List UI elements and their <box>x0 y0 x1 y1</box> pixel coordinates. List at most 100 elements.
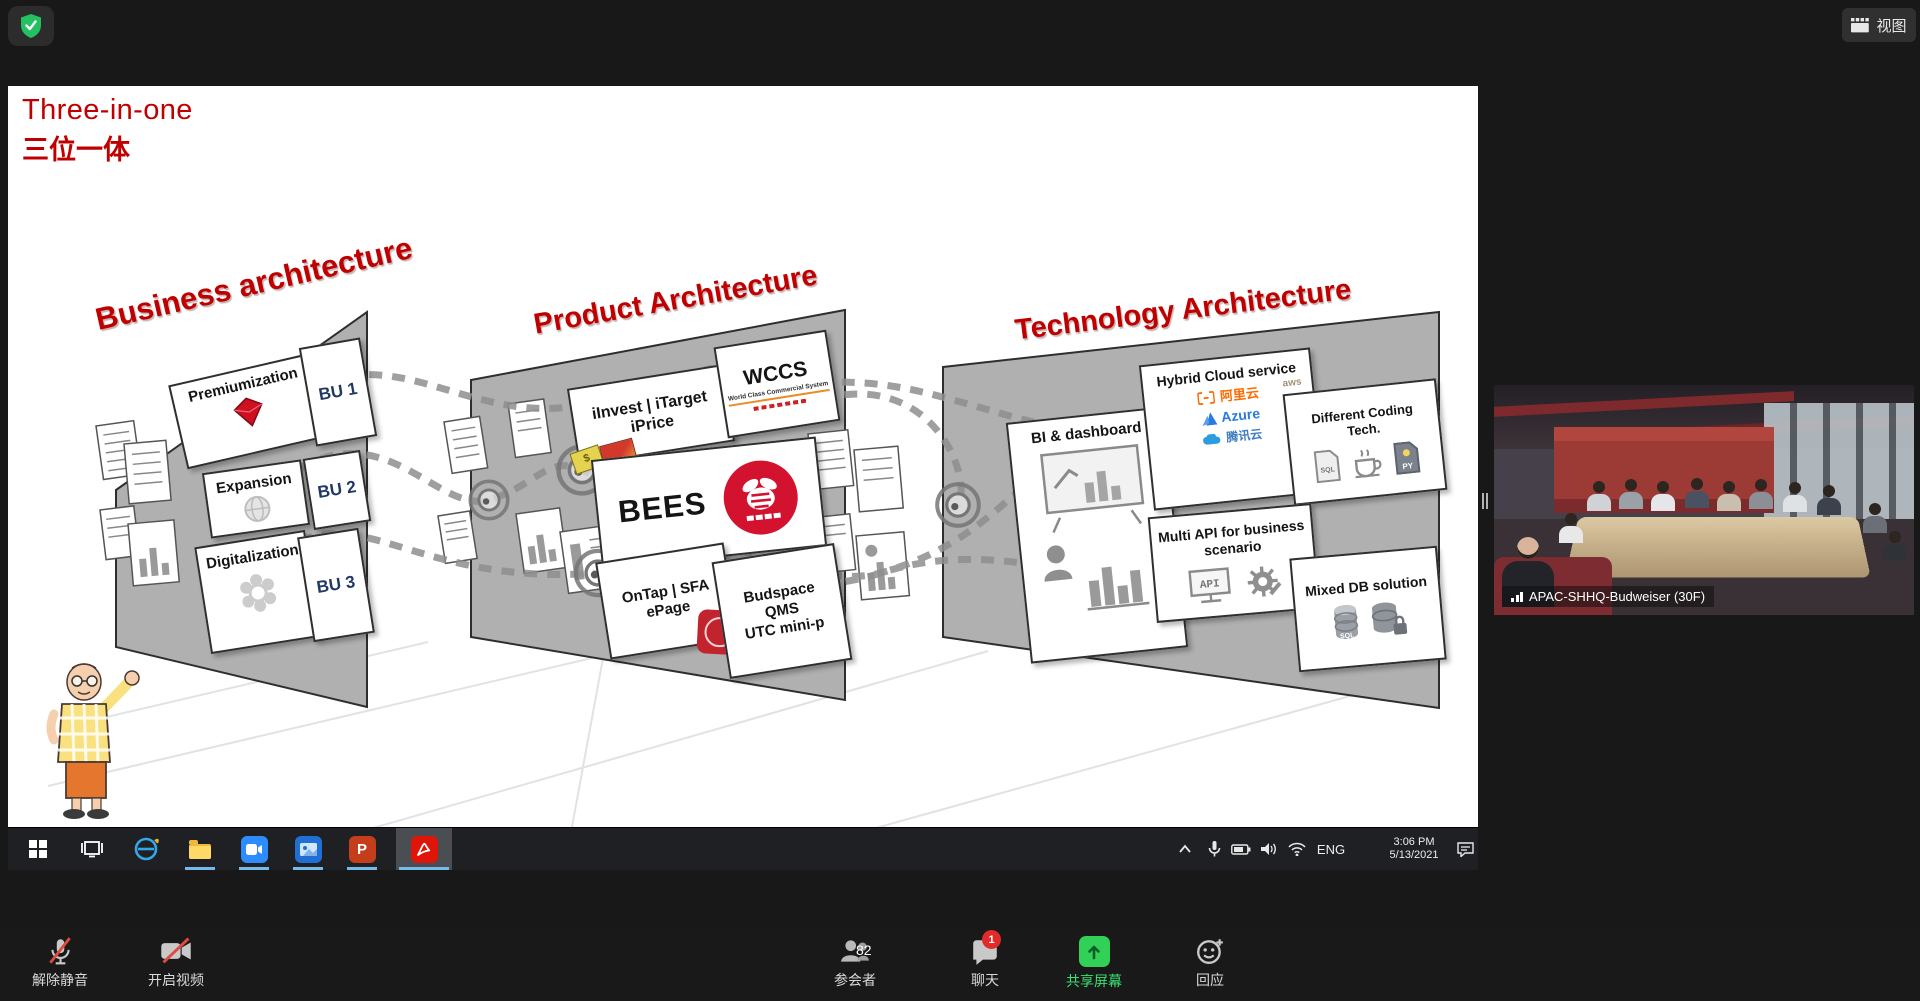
participants-label: 参会者 <box>834 970 876 990</box>
grid-view-icon <box>1851 18 1869 33</box>
signal-bars-icon <box>1511 592 1523 602</box>
chat-label: 聊天 <box>971 970 999 990</box>
slide-title-en: Three-in-one <box>22 94 193 127</box>
task-view-button[interactable] <box>74 833 110 865</box>
aliyun-logo-icon <box>1197 391 1215 406</box>
aliyun-label: 阿里云 <box>1219 385 1259 405</box>
participant <box>1862 503 1888 533</box>
zoom-meeting-window: 视图 <box>0 0 1920 1001</box>
sql-file-icon: SQL <box>1313 448 1342 483</box>
participant <box>1558 513 1584 543</box>
participant <box>1684 478 1710 508</box>
card-label: BU 2 <box>316 477 357 503</box>
share-screen-label: 共享屏幕 <box>1066 971 1122 991</box>
sql-database-icon: SQL <box>1330 603 1363 643</box>
card-wccs: WCCS World Class Commercial System <box>714 330 841 439</box>
presentation-slide: Three-in-one 三位一体 Business architecture … <box>8 86 1478 870</box>
card-label: Mixed DB solution <box>1304 572 1427 599</box>
shield-icon <box>19 13 43 39</box>
ie-logo <box>133 836 159 862</box>
tray-microphone-icon[interactable] <box>1202 828 1226 870</box>
azure-label: Azure <box>1220 405 1260 426</box>
db-lock-icon <box>1369 599 1408 640</box>
view-button[interactable]: 视图 <box>1842 8 1916 42</box>
muted-mic-icon <box>45 936 75 966</box>
card-label: Tech. <box>1346 420 1380 439</box>
share-screen-button[interactable]: 共享屏幕 <box>1044 936 1144 991</box>
java-coffee-icon <box>1348 444 1385 479</box>
unmute-button[interactable]: 解除静音 <box>18 936 102 990</box>
py-label: PY <box>1402 461 1414 471</box>
card-label: Hybrid Cloud service <box>1156 359 1297 390</box>
participant <box>1882 531 1908 561</box>
chat-button[interactable]: 1 聊天 <box>952 936 1018 990</box>
reactions-button[interactable]: 回应 <box>1168 936 1252 990</box>
acrobat-icon[interactable] <box>406 833 442 865</box>
share-screen-icon <box>1079 936 1110 967</box>
open-indicator <box>239 867 269 870</box>
powerpoint-icon[interactable]: P <box>344 833 380 865</box>
tray-wifi-icon[interactable] <box>1284 828 1310 870</box>
clock-time: 3:06 PM <box>1394 836 1435 849</box>
azure-row: Azure <box>1201 405 1261 428</box>
card-label: scenario <box>1203 538 1262 560</box>
chat-badge: 1 <box>982 930 1001 949</box>
video-off-icon <box>159 936 193 966</box>
zoom-app-icon[interactable] <box>236 833 272 865</box>
start-video-button[interactable]: 开启视频 <box>128 936 224 990</box>
participant <box>1782 482 1808 512</box>
action-center-icon[interactable] <box>1452 828 1478 870</box>
shared-screen[interactable]: Three-in-one 三位一体 Business architecture … <box>8 86 1478 912</box>
participants-button[interactable]: 82 参会者 <box>812 936 898 990</box>
tencent-cloud-logo-icon <box>1203 433 1222 446</box>
card-coding-tech: Different Coding Tech. SQL <box>1283 378 1448 505</box>
task-view-icon <box>81 839 103 859</box>
api-label: API <box>1199 578 1220 592</box>
meeting-control-bar: 解除静音 开启视频 82 参会者 <box>0 930 1920 1001</box>
room-name: APAC-SHHQ-Budweiser (30F) <box>1529 589 1705 604</box>
participant-video-tile[interactable]: APAC-SHHQ-Budweiser (30F) <box>1494 385 1914 615</box>
acrobat-glyph <box>411 836 438 863</box>
tray-clock[interactable]: 3:06 PM 5/13/2021 <box>1376 828 1452 870</box>
internet-explorer-icon[interactable] <box>128 833 164 865</box>
open-indicator <box>185 867 215 870</box>
card-label: BEES <box>616 485 708 531</box>
windows-taskbar: P <box>8 827 1478 870</box>
card-label: Digitalization <box>205 541 300 573</box>
participant <box>1618 479 1644 509</box>
sql-label: SQL <box>1340 633 1356 641</box>
azure-logo-icon <box>1201 412 1217 426</box>
language-label: ENG <box>1317 842 1345 857</box>
aliyun-row: 阿里云 <box>1197 385 1259 407</box>
tray-speaker-icon[interactable] <box>1256 828 1282 870</box>
tray-chevron-up[interactable] <box>1172 828 1198 870</box>
cartoon-presenter <box>51 664 139 819</box>
participant <box>1816 485 1842 515</box>
clock-date: 5/13/2021 <box>1390 849 1439 862</box>
media-app-icon[interactable] <box>290 833 326 865</box>
card-expansion: Expansion <box>202 459 310 538</box>
card-mixed-db: Mixed DB solution SQL <box>1289 546 1446 672</box>
open-indicator <box>293 867 323 870</box>
api-monitor-icon: API <box>1186 566 1233 606</box>
reactions-smiley-icon <box>1195 936 1225 966</box>
start-button[interactable] <box>20 833 56 865</box>
digital-gear-icon <box>232 567 285 620</box>
media-glyph <box>295 836 322 863</box>
security-shield-button[interactable] <box>8 6 54 46</box>
zoom-camera-glyph <box>241 836 268 863</box>
powerpoint-glyph: P <box>349 836 376 863</box>
python-file-icon: PY <box>1392 440 1421 475</box>
participant <box>1748 479 1774 509</box>
participant <box>1650 481 1676 511</box>
file-explorer-icon[interactable] <box>182 833 218 865</box>
windows-logo-icon <box>29 840 47 858</box>
video-panel-handle[interactable] <box>1480 486 1490 516</box>
bees-logo <box>718 455 804 541</box>
tencent-label: 腾讯云 <box>1226 427 1263 445</box>
aws-logo: aws <box>1282 377 1302 391</box>
diamond-icon <box>226 392 272 432</box>
tray-battery-icon[interactable] <box>1228 828 1254 870</box>
video-tile-name-label: APAC-SHHQ-Budweiser (30F) <box>1502 586 1714 607</box>
tray-language[interactable]: ENG <box>1312 828 1350 870</box>
